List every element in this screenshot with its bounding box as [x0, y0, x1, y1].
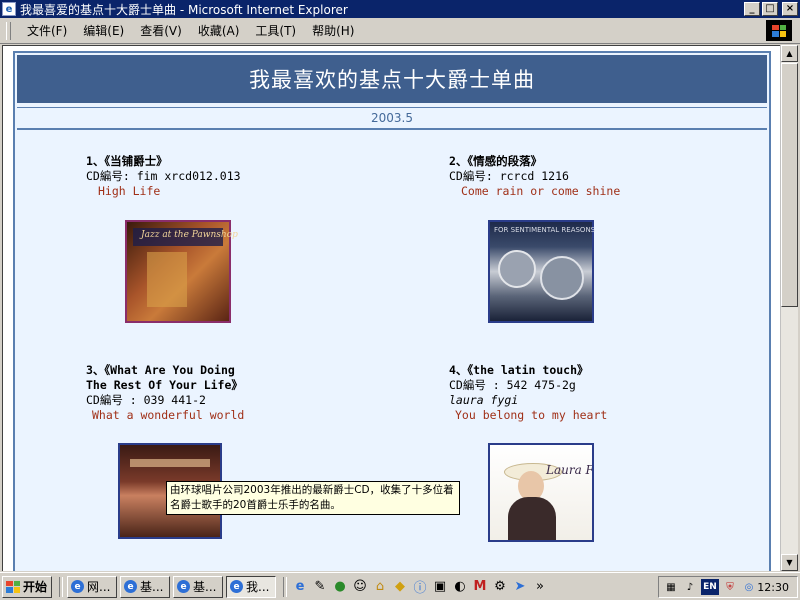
volume-tray-icon[interactable]: ♪: [682, 579, 698, 595]
home-quicklaunch-icon[interactable]: ⌂: [371, 578, 389, 596]
windows-logo: [766, 20, 792, 41]
album-title-line1: 3、《What Are You Doing: [86, 363, 235, 377]
taskbar: 开始 e 网... e 基... e 基... e 我... e ✎ ● ☺ ⌂ ◆ ⓘ…: [0, 572, 800, 600]
album-title: 4、《the latin touch》: [449, 363, 589, 377]
contact-quicklaunch-icon[interactable]: ▣: [431, 578, 449, 596]
messenger-quicklaunch-icon[interactable]: ◐: [451, 578, 469, 596]
image-tooltip: 由环球唱片公司2003年推出的最新爵士CD，收集了十多位着名爵士歌手的20首爵士…: [166, 481, 460, 515]
window-titlebar[interactable]: e 我最喜爱的基点十大爵士单曲 - Microsoft Internet Exp…: [0, 0, 800, 18]
ie-page-icon: e: [2, 2, 16, 16]
close-button[interactable]: ×: [782, 2, 798, 16]
clock[interactable]: 12:30: [757, 581, 789, 594]
page-heading: 我最喜欢的基点十大爵士单曲: [17, 55, 767, 103]
cover-title: Jazz at the Pawnshop: [141, 230, 238, 240]
scroll-thumb[interactable]: [781, 63, 798, 307]
more-chevron-icon[interactable]: »: [531, 578, 549, 596]
ie-quicklaunch-icon[interactable]: e: [291, 578, 309, 596]
start-button[interactable]: 开始: [2, 575, 52, 598]
folder-quicklaunch-icon[interactable]: ◆: [391, 578, 409, 596]
ie-icon: e: [71, 580, 84, 593]
album-title-line2: The Rest Of Your Life》: [86, 378, 243, 392]
windows-flag-icon: [6, 580, 20, 593]
album-cd-number: CD編号: fim xrcd012.013: [86, 169, 241, 183]
ie-icon: e: [177, 580, 190, 593]
scroll-down-arrow-icon[interactable]: ▼: [781, 554, 798, 571]
album-1: 1、《当铺爵士》 CD編号: fim xrcd012.013 High Life: [86, 154, 241, 199]
album-cd-number: CD編号 : 542 475-2g: [449, 378, 576, 392]
cover-title: Laura Fygi: [546, 463, 594, 477]
album-4: 4、《the latin touch》 CD編号 : 542 475-2g la…: [449, 363, 607, 423]
task-label: 基...: [193, 580, 217, 594]
album-cover-2[interactable]: FOR SENTIMENTAL REASONS: [488, 220, 596, 323]
media-quicklaunch-icon[interactable]: ●: [331, 578, 349, 596]
album-cd-number: CD編号 : 039 441-2: [86, 393, 206, 407]
menu-favorites[interactable]: 收藏(A): [190, 22, 248, 39]
mg-quicklaunch-icon[interactable]: M: [471, 578, 489, 596]
ie-icon: e: [124, 580, 137, 593]
album-song: Come rain or come shine: [461, 184, 621, 198]
task-label: 我...: [246, 580, 270, 594]
toolbar-grip[interactable]: [6, 21, 11, 40]
arrow-quicklaunch-icon[interactable]: ➤: [511, 578, 529, 596]
ie-icon: e: [230, 580, 243, 593]
task-button-3[interactable]: e 基...: [173, 575, 223, 598]
album-song: High Life: [98, 184, 161, 198]
album-2: 2、《情感的段落》 CD編号: rcrcd 1216 Come rain or …: [449, 154, 620, 199]
task-button-2[interactable]: e 基...: [120, 575, 170, 598]
security-tray-icon[interactable]: ⛨: [722, 579, 738, 595]
menu-view[interactable]: 查看(V): [132, 22, 190, 39]
menu-help[interactable]: 帮助(H): [304, 22, 362, 39]
album-title: 2、《情感的段落》: [449, 154, 543, 168]
album-cover-4[interactable]: Laura Fygi: [488, 443, 594, 542]
task-label: 基...: [140, 580, 164, 594]
album-3: 3、《What Are You Doing The Rest Of Your L…: [86, 363, 244, 423]
info-quicklaunch-icon[interactable]: ⓘ: [411, 578, 429, 596]
album-artist: laura fygi: [449, 393, 519, 407]
qq-quicklaunch-icon[interactable]: ☺: [351, 578, 369, 596]
page-date: 2003.5: [17, 107, 767, 130]
menu-edit[interactable]: 编辑(E): [75, 22, 132, 39]
start-label: 开始: [23, 580, 48, 594]
language-tray-icon[interactable]: EN: [701, 579, 719, 595]
task-button-1[interactable]: e 网...: [67, 575, 117, 598]
maximize-button[interactable]: □: [762, 2, 778, 16]
tools-quicklaunch-icon[interactable]: ⚙: [491, 578, 509, 596]
menu-file[interactable]: 文件(F): [19, 22, 75, 39]
album-cover-1[interactable]: Jazz at the Pawnshop: [125, 220, 238, 323]
network-tray-icon[interactable]: ▦: [663, 579, 679, 595]
taskbar-separator: [59, 576, 63, 597]
window-title: 我最喜爱的基点十大爵士单曲 - Microsoft Internet Explo…: [20, 2, 348, 17]
album-song: What a wonderful world: [92, 408, 245, 422]
menu-bar: 文件(F) 编辑(E) 查看(V) 收藏(A) 工具(T) 帮助(H): [0, 18, 800, 44]
edit-quicklaunch-icon[interactable]: ✎: [311, 578, 329, 596]
taskbar-separator: [283, 576, 287, 597]
vertical-scrollbar[interactable]: ▲ ▼: [780, 45, 798, 571]
album-song: You belong to my heart: [455, 408, 608, 422]
system-tray: ▦ ♪ EN ⛨ ◎ 12:30: [658, 576, 798, 598]
minimize-button[interactable]: _: [744, 2, 760, 16]
task-button-4[interactable]: e 我...: [226, 575, 276, 598]
task-label: 网...: [87, 580, 111, 594]
scroll-up-arrow-icon[interactable]: ▲: [781, 45, 798, 62]
album-title: 1、《当铺爵士》: [86, 154, 168, 168]
window-controls: _ □ ×: [744, 2, 798, 16]
ime-tray-icon[interactable]: ◎: [741, 579, 757, 595]
album-cd-number: CD編号: rcrcd 1216: [449, 169, 569, 183]
cover-title: FOR SENTIMENTAL REASONS: [494, 226, 596, 234]
menu-tools[interactable]: 工具(T): [247, 22, 304, 39]
